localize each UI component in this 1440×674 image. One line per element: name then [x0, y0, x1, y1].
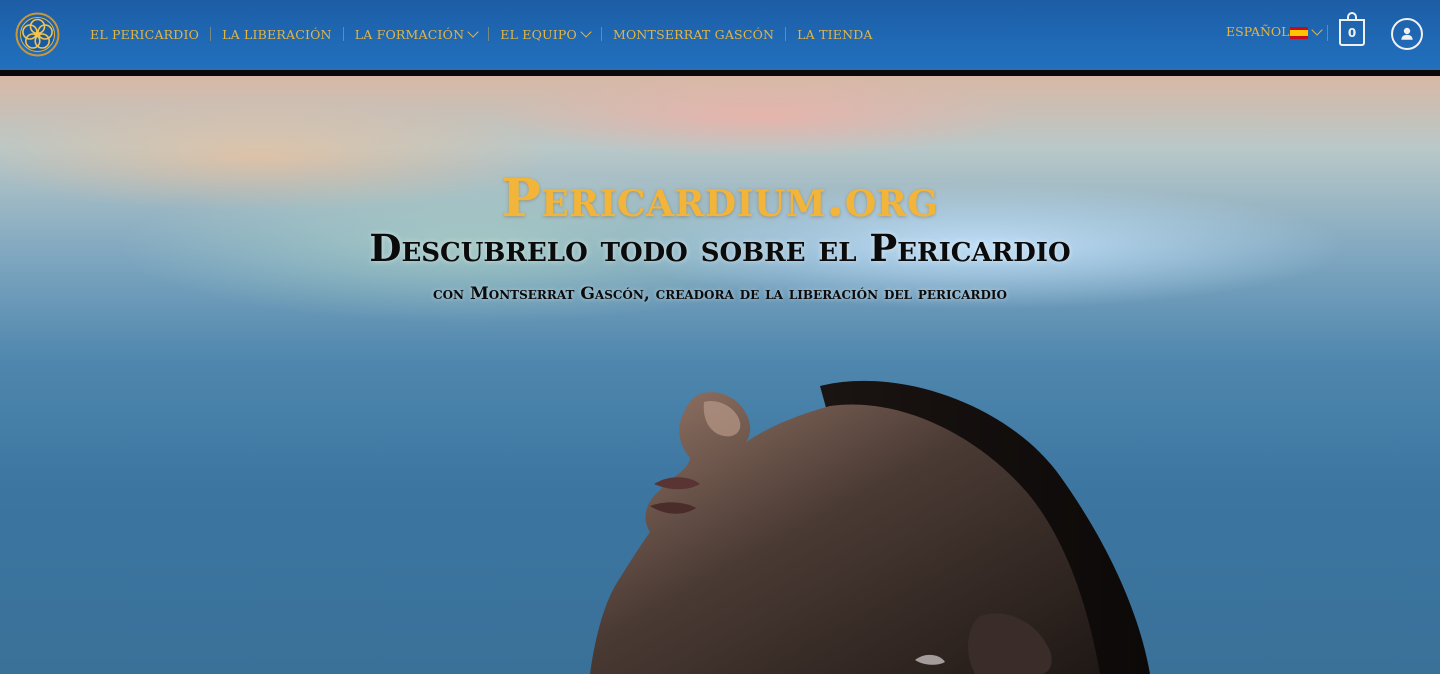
- shopping-bag-icon: [1347, 12, 1357, 21]
- nav-label: La Formación: [354, 26, 465, 42]
- language-label: Español: [1226, 24, 1290, 39]
- language-switcher[interactable]: Español: [1226, 23, 1324, 39]
- nav-label: La Tienda: [797, 26, 873, 42]
- nav-divider: [210, 27, 212, 41]
- nav-label: La Liberación: [222, 26, 332, 42]
- nav-el-pericardio[interactable]: El Pericardio: [90, 27, 199, 42]
- nav-la-formacion[interactable]: La Formación: [354, 26, 479, 42]
- nav-la-liberacion[interactable]: La Liberación: [222, 27, 332, 42]
- logo-mandala-icon[interactable]: [15, 12, 60, 57]
- site-title: Pericardium.org: [501, 168, 939, 229]
- nav-divider: [785, 27, 787, 41]
- nav-divider: [488, 27, 490, 41]
- hero-banner: Pericardium.org Descubrelo todo sobre el…: [0, 76, 1440, 674]
- header-divider: [1327, 25, 1328, 41]
- chevron-down-icon: [580, 26, 592, 38]
- nav-montserrat-gascon[interactable]: Montserrat Gascón: [613, 27, 774, 42]
- nav-label: El Equipo: [500, 26, 577, 42]
- nav-la-tienda[interactable]: La Tienda: [797, 27, 873, 42]
- cart-count: 0: [1347, 25, 1357, 40]
- chevron-down-icon: [1311, 23, 1324, 36]
- nav-divider: [342, 27, 344, 41]
- nav-label: El Pericardio: [90, 26, 200, 42]
- nav-el-equipo[interactable]: El Equipo: [500, 26, 592, 42]
- cart-button[interactable]: 0: [1339, 12, 1365, 46]
- hero-headline: Descubrelo todo sobre el Pericardio: [369, 226, 1071, 270]
- chevron-down-icon: [467, 26, 479, 38]
- nav-label: Montserrat Gascón: [612, 26, 775, 42]
- user-icon: [1401, 27, 1413, 40]
- nav-divider: [600, 27, 602, 41]
- account-button[interactable]: [1391, 18, 1423, 50]
- site-header: El Pericardio La Liberación La Formación…: [0, 0, 1440, 68]
- spain-flag-icon: [1290, 26, 1309, 39]
- hero-photo-woman-face: [590, 380, 1150, 674]
- hero-subheadline: con Montserrat Gascón, creadora de la li…: [433, 284, 1007, 304]
- main-nav: El Pericardio La Liberación La Formación…: [90, 24, 873, 44]
